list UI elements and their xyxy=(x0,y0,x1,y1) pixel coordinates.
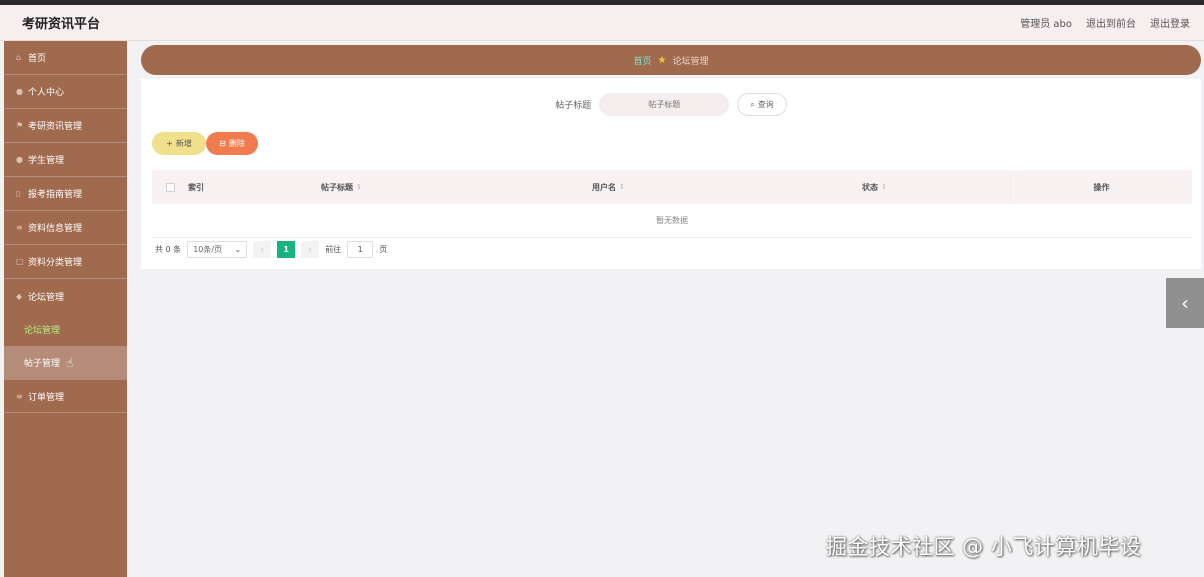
sidebar-item-label: 论坛管理 xyxy=(28,292,65,303)
sort-icon[interactable]: ⇕ xyxy=(619,183,625,191)
breadcrumb: 首页 ★ 论坛管理 xyxy=(141,45,1201,75)
sidebar-subitem-forum[interactable]: 论坛管理 xyxy=(4,313,127,346)
prev-page-button[interactable]: ‹ xyxy=(253,241,272,258)
sidebar-subitem-label: 论坛管理 xyxy=(24,326,61,336)
chat-icon: ◆ xyxy=(16,291,23,301)
sidebar-item-label: 首页 xyxy=(28,54,47,64)
column-header-index: 索引 xyxy=(188,182,321,193)
trash-icon: ⊟ xyxy=(219,139,226,148)
home-icon: ⌂ xyxy=(16,53,22,62)
page-size-value: 10条/页 xyxy=(193,245,223,254)
select-all-cell xyxy=(152,182,188,192)
column-header-label: 操作 xyxy=(1093,182,1110,192)
user-icon: ● xyxy=(16,87,23,96)
select-all-checkbox[interactable] xyxy=(165,182,175,192)
hand-cursor-icon: ☝ xyxy=(66,355,74,370)
page-size-select[interactable]: 10条/页 ⌄ xyxy=(187,241,248,258)
search-input[interactable] xyxy=(599,93,730,116)
list-icon: □ xyxy=(16,257,24,266)
search-label: 帖子标题 xyxy=(555,101,592,111)
doc-icon: ≡ xyxy=(16,223,23,232)
user-icon: ● xyxy=(16,155,23,164)
column-header-username[interactable]: 用户名 ⇕ xyxy=(592,182,862,193)
sidebar-item-guide[interactable]: ▯ 报考指南管理 xyxy=(4,177,127,211)
query-button[interactable]: ⌕ 查询 xyxy=(737,93,787,116)
current-user-label: 管理员 abo xyxy=(1020,19,1072,30)
empty-state: 暂无数据 xyxy=(152,204,1192,238)
page-number-current[interactable]: 1 xyxy=(277,241,296,258)
sidebar-item-label: 个人中心 xyxy=(28,88,65,98)
sidebar-item-label: 资料信息管理 xyxy=(28,224,83,234)
sidebar-item-materials[interactable]: ≡ 资料信息管理 xyxy=(4,211,127,245)
breadcrumb-home[interactable]: 首页 xyxy=(634,54,652,67)
search-bar: 帖子标题 ⌕查询 xyxy=(141,93,1201,116)
exit-to-frontend-link[interactable]: 退出到前台 xyxy=(1086,15,1136,30)
sort-icon[interactable]: ⇕ xyxy=(881,183,887,191)
table-header: 索引 帖子标题 ⇕ 用户名 ⇕ 状态 ⇕ 操作 xyxy=(152,170,1192,204)
pagination: 共 0 条 10条/页 ⌄ ‹ 1 › 前往 1 页 xyxy=(155,241,387,258)
total-count: 共 0 条 xyxy=(155,245,182,254)
search-icon: ⌕ xyxy=(750,99,755,109)
delete-button[interactable]: ⊟ 删除 xyxy=(206,132,258,155)
flag-icon: ⚑ xyxy=(16,121,24,130)
breadcrumb-current: 论坛管理 xyxy=(672,56,709,67)
chevron-down-icon: ⌄ xyxy=(234,245,242,254)
sidebar-item-label: 报考指南管理 xyxy=(28,190,83,200)
column-header-label: 用户名 xyxy=(592,182,616,192)
sidebar-item-students[interactable]: ● 学生管理 xyxy=(4,143,127,177)
cart-icon: ≡ xyxy=(16,391,23,401)
sidebar-item-forum[interactable]: ◆ 论坛管理 xyxy=(4,279,127,313)
sidebar-item-label: 资料分类管理 xyxy=(28,258,83,268)
goto-suffix: 页 xyxy=(379,245,388,254)
action-buttons: + 新增 ⊟ 删除 xyxy=(152,132,258,155)
book-icon: ▯ xyxy=(16,189,21,198)
column-header-status[interactable]: 状态 ⇕ xyxy=(862,182,1010,193)
star-separator-icon: ★ xyxy=(657,54,667,66)
column-header-label: 帖子标题 xyxy=(321,182,353,192)
query-button-label: 查询 xyxy=(757,100,774,109)
column-header-title[interactable]: 帖子标题 ⇕ xyxy=(321,182,592,193)
sidebar-item-orders[interactable]: ≡ 订单管理 xyxy=(4,379,127,413)
app-title: 考研资讯平台 xyxy=(22,17,101,32)
sidebar-item-label: 订单管理 xyxy=(28,392,65,403)
watermark-text: 掘金技术社区 @ 小飞计算机毕设 xyxy=(826,535,1142,559)
goto-label: 前往 xyxy=(325,245,342,254)
side-collapse-button[interactable]: ‹ xyxy=(1166,278,1204,328)
column-header-label: 索引 xyxy=(188,182,204,192)
sidebar: ⌂ 首页 ● 个人中心 ⚑ 考研资讯管理 ● 学生管理 ▯ 报考指南管理 ≡ 资料信息管理 … xyxy=(4,41,127,577)
sidebar-item-news[interactable]: ⚑ 考研资讯管理 xyxy=(4,109,127,143)
top-header: 考研资讯平台 管理员 abo 退出到前台 退出登录 xyxy=(0,5,1204,41)
goto-page-input[interactable]: 1 xyxy=(347,241,374,258)
chevron-left-icon: ‹ xyxy=(260,245,264,254)
sort-icon[interactable]: ⇕ xyxy=(356,183,362,191)
sidebar-item-profile[interactable]: ● 个人中心 xyxy=(4,75,127,109)
sidebar-item-label: 考研资讯管理 xyxy=(28,122,83,132)
chevron-right-icon: › xyxy=(308,245,312,254)
posts-table: 索引 帖子标题 ⇕ 用户名 ⇕ 状态 ⇕ 操作 暂无数据 xyxy=(152,170,1192,238)
main-content: 首页 ★ 论坛管理 帖子标题 ⌕查询 +新增 ⊟删除 索引 帖子标题⇕ 用户名⇕… xyxy=(141,45,1201,269)
column-header-label: 状态 xyxy=(862,182,878,192)
next-page-button[interactable]: › xyxy=(301,241,320,258)
sidebar-subitem-posts[interactable]: 帖子管理 ☝ xyxy=(4,346,127,379)
sidebar-item-label: 学生管理 xyxy=(28,156,65,166)
delete-button-label: 删除 xyxy=(228,139,245,148)
sidebar-item-home[interactable]: ⌂ 首页 xyxy=(4,41,127,75)
sidebar-item-categories[interactable]: □ 资料分类管理 xyxy=(4,245,127,279)
column-header-actions: 操作 xyxy=(1010,170,1192,204)
logout-link[interactable]: 退出登录 xyxy=(1150,15,1190,30)
header-actions: 管理员 abo 退出到前台 退出登录 xyxy=(1020,15,1190,30)
add-button[interactable]: + 新增 xyxy=(152,132,206,155)
plus-icon: + xyxy=(166,139,173,148)
sidebar-subitem-label: 帖子管理 xyxy=(24,359,61,369)
content-panel: 帖子标题 ⌕查询 +新增 ⊟删除 索引 帖子标题⇕ 用户名⇕ 状态⇕ 操作 暂无… xyxy=(141,79,1201,269)
add-button-label: 新增 xyxy=(175,139,192,148)
chevron-left-icon: ‹ xyxy=(1181,291,1189,315)
